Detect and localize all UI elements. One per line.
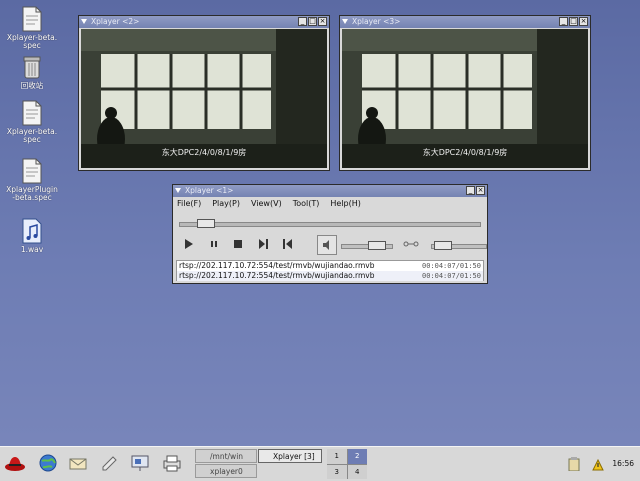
desktop-icon-trash[interactable]: 回收站 <box>12 54 52 90</box>
writer-icon <box>102 456 117 471</box>
workspace-pager: 1 2 3 4 <box>327 449 367 479</box>
video-subtitle: 东大DPC2/4/0/8/1/9房 <box>161 148 247 157</box>
printer-launcher[interactable] <box>162 453 182 473</box>
task-label: xplayer0 <box>210 467 243 476</box>
clipboard-icon[interactable] <box>568 457 580 474</box>
clock[interactable]: 16:56 <box>612 459 634 468</box>
menu-view[interactable]: View(V) <box>251 199 282 208</box>
mute-button[interactable] <box>317 235 337 255</box>
desktop-icon-label: 回收站 <box>20 81 44 90</box>
desktop-icon-label: Xplayer-beta. spec <box>6 127 58 144</box>
stop-icon <box>234 240 242 248</box>
task-label: /mnt/win <box>210 452 244 461</box>
globe-icon <box>39 454 57 472</box>
redhat-icon <box>5 457 25 471</box>
document-icon <box>21 6 43 32</box>
workspace-2[interactable]: 2 <box>347 449 367 464</box>
minimize-button[interactable]: _ <box>298 17 307 26</box>
task-button-xplayer-group[interactable]: Xplayer [3] <box>258 449 322 463</box>
close-button[interactable]: × <box>476 186 485 195</box>
presentation-launcher[interactable] <box>130 453 150 473</box>
close-button[interactable]: × <box>318 17 327 26</box>
menu-tool[interactable]: Tool(T) <box>293 199 320 208</box>
video-frame[interactable]: 东大DPC2/4/0/8/1/9房 <box>342 29 588 168</box>
menu-bar: File(F) Play(P) View(V) Tool(T) Help(H) <box>177 199 361 208</box>
pause-icon <box>211 241 217 247</box>
volume-handle[interactable] <box>367 241 386 250</box>
desktop-icon-label: XplayerPlugin -beta.spec <box>6 185 58 202</box>
audio-file-icon <box>21 218 43 244</box>
window-title: Xplayer <3> <box>352 17 401 26</box>
balance-handle[interactable] <box>434 241 452 250</box>
speaker-icon <box>323 240 329 250</box>
trash-icon <box>21 54 43 80</box>
window-title: Xplayer <1> <box>185 186 234 195</box>
player-window[interactable]: Xplayer <1> _ × File(F) Play(P) View(V) … <box>172 184 488 284</box>
task-button-terminal[interactable]: /mnt/win <box>195 449 257 463</box>
presentation-icon <box>131 455 149 471</box>
main-menu-button[interactable] <box>4 453 25 473</box>
close-button[interactable]: × <box>579 17 588 26</box>
seek-handle[interactable] <box>196 219 215 228</box>
window-titlebar[interactable]: Xplayer <2> _ □ × <box>79 16 329 28</box>
document-icon <box>21 100 43 126</box>
desktop-icon-xplayerplugin-spec[interactable]: XplayerPlugin -beta.spec <box>2 158 62 202</box>
window-menu-icon[interactable] <box>81 19 87 24</box>
menu-help[interactable]: Help(H) <box>330 199 361 208</box>
video-subtitle: 东大DPC2/4/0/8/1/9房 <box>422 148 508 157</box>
browser-launcher[interactable] <box>38 453 58 473</box>
playlist-time: 00:04:07/01:50 <box>421 272 481 280</box>
play-button[interactable] <box>181 237 195 251</box>
desktop-icon-label: Xplayer-beta. spec <box>6 33 58 50</box>
workspace-4[interactable]: 4 <box>347 464 367 479</box>
maximize-button[interactable]: □ <box>308 17 317 26</box>
maximize-button[interactable]: □ <box>569 17 578 26</box>
mail-icon <box>69 458 87 470</box>
seek-bar[interactable] <box>179 219 481 228</box>
email-launcher[interactable] <box>68 453 88 473</box>
desktop-icon-wav[interactable]: 1.wav <box>2 218 62 254</box>
taskbar: /mnt/win xplayer0 Xplayer [3] 1 2 3 4 16… <box>0 446 640 481</box>
video-frame[interactable]: 东大DPC2/4/0/8/1/9房 <box>81 29 327 168</box>
play-icon <box>185 239 193 249</box>
task-button-xplayer0[interactable]: xplayer0 <box>195 464 257 478</box>
skip-back-icon <box>283 239 292 249</box>
playlist-item[interactable]: rtsp://202.117.10.72:554/test/rmvb/wujia… <box>177 271 483 281</box>
video-window[interactable]: Xplayer <3> _ □ × 东大DPC2/4/0/8/1/9房 <box>339 15 591 171</box>
minimize-button[interactable]: _ <box>559 17 568 26</box>
previous-button[interactable] <box>281 237 295 251</box>
workspace-1[interactable]: 1 <box>327 449 347 464</box>
writer-launcher[interactable] <box>100 453 120 473</box>
workspace-3[interactable]: 3 <box>327 464 347 479</box>
pause-button[interactable] <box>207 237 221 251</box>
window-menu-icon[interactable] <box>175 188 181 193</box>
menu-play[interactable]: Play(P) <box>212 199 240 208</box>
desktop-icon-label: 1.wav <box>20 245 44 254</box>
printer-icon <box>163 455 181 472</box>
desktop-icon-xplayer-spec-2[interactable]: Xplayer-beta. spec <box>2 100 62 144</box>
menu-file[interactable]: File(F) <box>177 199 201 208</box>
balance-slider[interactable] <box>431 241 487 250</box>
playlist-item[interactable]: rtsp://202.117.10.72:554/test/rmvb/wujia… <box>177 261 483 271</box>
skip-forward-icon <box>259 239 268 249</box>
minimize-button[interactable]: _ <box>466 186 475 195</box>
window-titlebar[interactable]: Xplayer <1> _ × <box>173 185 487 197</box>
stop-button[interactable] <box>231 237 245 251</box>
playlist-url: rtsp://202.117.10.72:554/test/rmvb/wujia… <box>179 261 375 270</box>
playlist: rtsp://202.117.10.72:554/test/rmvb/wujia… <box>176 260 484 281</box>
playback-controls <box>179 235 487 255</box>
playlist-time: 00:04:07/01:50 <box>421 262 481 270</box>
task-label: Xplayer [3] <box>273 452 315 461</box>
window-titlebar[interactable]: Xplayer <3> _ □ × <box>340 16 590 28</box>
window-menu-icon[interactable] <box>342 19 348 24</box>
window-title: Xplayer <2> <box>91 17 140 26</box>
desktop-icon-xplayer-spec[interactable]: Xplayer-beta. spec <box>2 6 62 50</box>
playlist-url: rtsp://202.117.10.72:554/test/rmvb/wujia… <box>179 271 375 280</box>
video-window[interactable]: Xplayer <2> _ □ × 东大DPC2/4/0/8/1/9房 <box>78 15 330 171</box>
next-button[interactable] <box>256 237 270 251</box>
equalizer-icon[interactable] <box>401 237 421 251</box>
volume-slider[interactable] <box>341 241 393 250</box>
alert-icon[interactable] <box>592 458 604 474</box>
document-icon <box>21 158 43 184</box>
